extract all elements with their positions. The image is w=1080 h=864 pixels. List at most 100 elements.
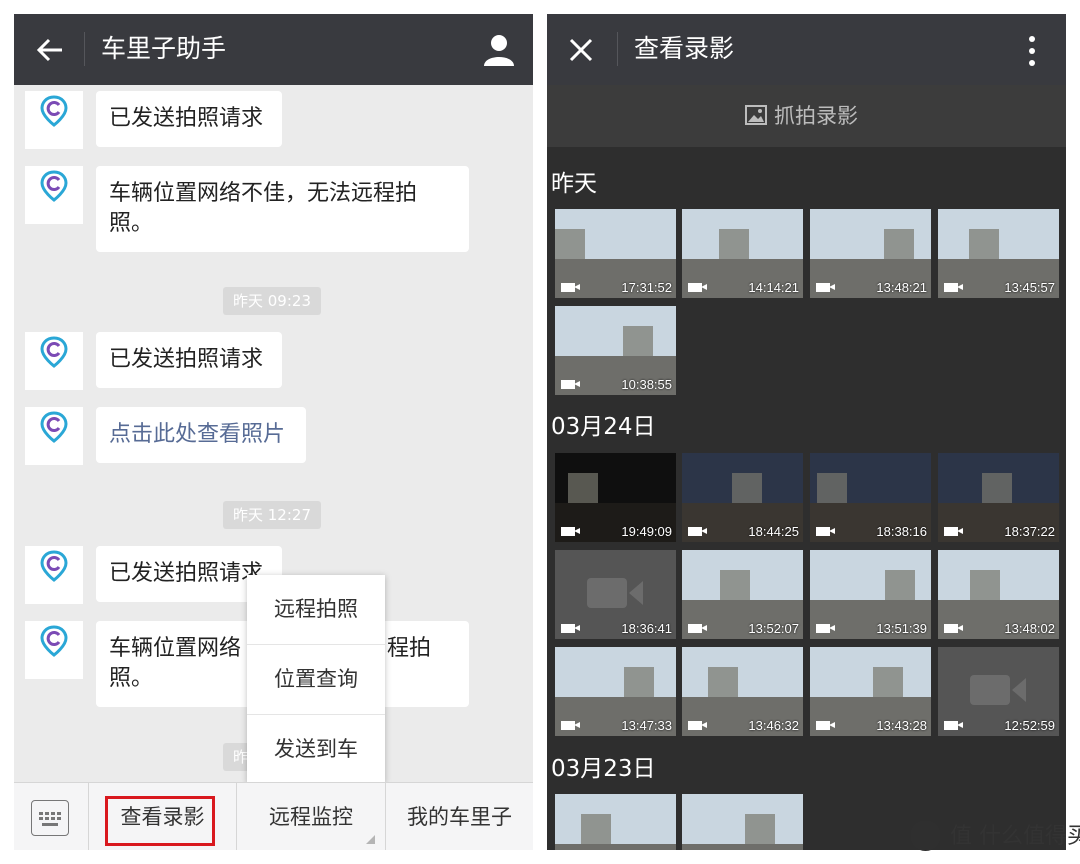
message-line: 照。 — [109, 211, 154, 236]
keyboard-icon[interactable] — [31, 800, 69, 836]
video-time-label: 18:44:25 — [748, 524, 799, 539]
timestamp: 昨天 09:23 — [223, 287, 321, 315]
view-photos-link[interactable]: 点击此处查看照片 — [96, 407, 306, 463]
video-camera-icon — [944, 527, 963, 536]
video-camera-icon — [688, 624, 707, 633]
thumbnail-sky — [555, 306, 676, 356]
video-camera-icon — [816, 283, 835, 292]
video-thumbnail[interactable]: 18:36:41 — [555, 550, 676, 639]
service-popup-menu: 远程拍照 位置查询 发送到车 — [247, 575, 385, 783]
video-time-label: 18:38:16 — [876, 524, 927, 539]
recordings-screen: 查看录影 抓拍录影 昨天 17:31:52 14:14:21 13:48:21 13:4… — [547, 14, 1066, 850]
location-pin-logo-icon — [40, 170, 68, 202]
video-time-label: 13:48:21 — [876, 280, 927, 295]
message-bubble: 已发送拍照请求 — [96, 332, 282, 388]
message-bubble: 车辆位置网络不佳，无法远程拍 照。 — [96, 166, 469, 252]
video-thumbnail[interactable]: 17:31:52 — [555, 209, 676, 298]
menu-item-location-query[interactable]: 位置查询 — [247, 645, 385, 714]
chat-screen: 车里子助手 已发送拍照请求 车辆位置网络不佳，无法远程拍 照。 昨天 09:23… — [14, 14, 533, 850]
tab-my-car[interactable]: 我的车里子 — [386, 783, 533, 850]
video-time-label: 12:52:59 — [1004, 718, 1055, 733]
thumbnail-sky — [555, 794, 676, 844]
video-thumbnail[interactable]: 13:46:32 — [682, 647, 803, 736]
user-profile-icon[interactable] — [484, 34, 514, 66]
video-thumbnail[interactable]: 18:38:16 — [810, 453, 931, 542]
video-camera-icon — [816, 527, 835, 536]
bot-avatar[interactable] — [25, 166, 83, 224]
capture-recording-bar[interactable]: 抓拍录影 — [547, 85, 1066, 147]
thumbnail-building — [873, 667, 903, 697]
video-thumbnail[interactable]: 13:47:33 — [555, 647, 676, 736]
bot-avatar[interactable] — [25, 332, 83, 390]
message-line: 车辆位置网络不佳，无法远程拍 — [109, 181, 418, 206]
video-thumbnail[interactable]: 18:37:22 — [938, 453, 1059, 542]
video-thumbnail[interactable]: 12:52:59 — [938, 647, 1059, 736]
thumbnail-road — [555, 844, 676, 850]
chat-title: 车里子助手 — [101, 34, 227, 63]
video-thumbnail[interactable]: 13:51:39 — [810, 550, 931, 639]
video-thumbnail[interactable]: 19:49:09 — [555, 453, 676, 542]
bot-avatar[interactable] — [25, 546, 83, 604]
bottom-menu-bar: 查看录影 远程监控 我的车里子 — [14, 782, 533, 850]
thumbnail-building — [581, 814, 611, 844]
video-thumbnail[interactable]: 13:45:57 — [938, 209, 1059, 298]
video-time-label: 17:31:52 — [621, 280, 672, 295]
video-thumbnail[interactable]: 14:14:21 — [682, 209, 803, 298]
highlight-box — [105, 796, 215, 846]
video-camera-icon — [561, 527, 580, 536]
menu-item-send-to-car[interactable]: 发送到车 — [247, 715, 385, 784]
video-camera-icon — [944, 283, 963, 292]
video-camera-icon — [944, 721, 963, 730]
back-arrow-icon[interactable] — [36, 36, 64, 64]
video-thumbnail[interactable] — [555, 794, 676, 850]
thumbnail-building — [623, 326, 653, 356]
bot-avatar[interactable] — [25, 91, 83, 149]
video-camera-icon — [688, 527, 707, 536]
submenu-indicator-icon — [366, 835, 375, 844]
menu-item-remote-photo[interactable]: 远程拍照 — [247, 575, 385, 644]
video-time-label: 10:38:55 — [621, 377, 672, 392]
watermark-text: 值 什么值得买 — [950, 824, 1080, 849]
video-thumbnail[interactable]: 18:44:25 — [682, 453, 803, 542]
message-text: 程拍 — [387, 636, 432, 661]
thumbnail-building — [720, 570, 750, 600]
close-icon[interactable] — [569, 38, 593, 62]
tab-remote-monitor[interactable]: 远程监控 — [237, 783, 385, 850]
video-time-label: 13:52:07 — [748, 621, 799, 636]
capture-recording-label: 抓拍录影 — [774, 104, 858, 128]
video-thumbnail[interactable]: 13:48:21 — [810, 209, 931, 298]
thumbnail-building — [568, 473, 598, 503]
video-time-label: 13:51:39 — [876, 621, 927, 636]
recordings-title: 查看录影 — [634, 34, 735, 63]
location-pin-logo-icon — [40, 95, 68, 127]
video-thumbnail[interactable]: 10:38:55 — [555, 306, 676, 395]
more-options-icon[interactable] — [1029, 36, 1035, 66]
video-thumbnail[interactable]: 13:43:28 — [810, 647, 931, 736]
thumbnail-building — [555, 229, 585, 259]
video-time-label: 13:47:33 — [621, 718, 672, 733]
video-time-label: 14:14:21 — [748, 280, 799, 295]
video-camera-icon — [561, 721, 580, 730]
thumbnail-sky — [682, 794, 803, 844]
video-time-label: 18:37:22 — [1004, 524, 1055, 539]
thumbnail-building — [885, 570, 915, 600]
bot-avatar[interactable] — [25, 407, 83, 465]
keyboard-keys-icon — [39, 812, 61, 826]
video-camera-icon — [561, 624, 580, 633]
thumbnail-building — [970, 570, 1000, 600]
thumbnail-building — [982, 473, 1012, 503]
video-thumbnail[interactable]: 13:48:02 — [938, 550, 1059, 639]
location-pin-logo-icon — [40, 625, 68, 657]
thumbnail-building — [745, 814, 775, 844]
thumbnail-building — [884, 229, 914, 259]
bot-avatar[interactable] — [25, 621, 83, 679]
video-thumbnail[interactable]: 13:52:07 — [682, 550, 803, 639]
thumbnail-building — [708, 667, 738, 697]
video-camera-icon — [944, 624, 963, 633]
video-camera-icon — [688, 721, 707, 730]
video-thumbnail[interactable] — [682, 794, 803, 850]
thumbnail-building — [624, 667, 654, 697]
date-group-title: 03月24日 — [551, 414, 656, 440]
message-text: 车辆位置网络 — [109, 636, 242, 661]
date-group-title: 昨天 — [551, 171, 597, 197]
